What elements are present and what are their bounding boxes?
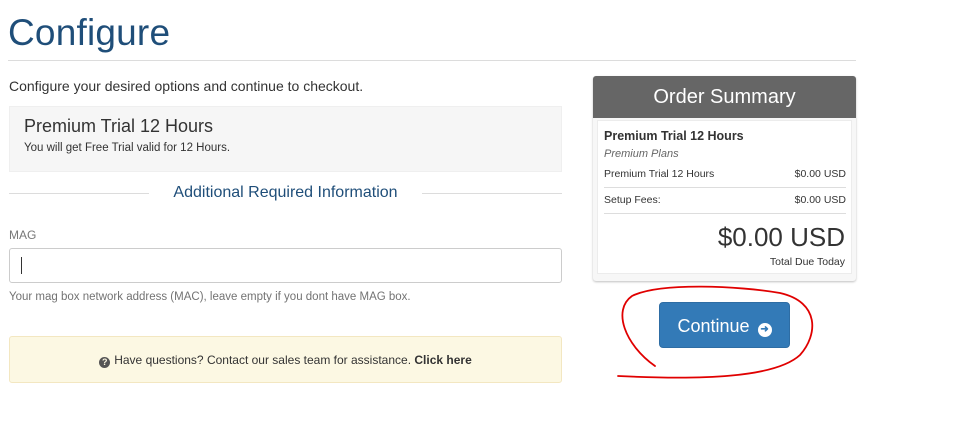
- setup-fees-label: Setup Fees:: [604, 194, 661, 206]
- continue-label: Continue: [677, 316, 750, 336]
- product-info-panel: Premium Trial 12 Hours You will get Free…: [9, 106, 562, 172]
- product-description: You will get Free Trial valid for 12 Hou…: [24, 142, 231, 154]
- continue-button[interactable]: Continue ➜: [659, 302, 790, 348]
- intro-text: Configure your desired options and conti…: [9, 78, 364, 94]
- summary-divider: [604, 187, 846, 188]
- summary-divider: [604, 213, 846, 214]
- heading-rule-right: [422, 193, 562, 194]
- product-name: Premium Trial 12 Hours: [24, 116, 214, 136]
- order-summary-body: Premium Trial 12 Hours Premium Plans Pre…: [597, 120, 852, 274]
- additional-info-heading: Additional Required Information: [9, 182, 562, 206]
- sales-assistance-alert: ? Have questions? Contact our sales team …: [9, 336, 562, 383]
- mag-help-text: Your mag box network address (MAC), leav…: [9, 291, 411, 303]
- mag-input[interactable]: [9, 248, 562, 283]
- arrow-circle-right-icon: ➜: [757, 323, 772, 337]
- setup-fees-price: $0.00 USD: [794, 194, 846, 206]
- summary-product-group: Premium Plans: [604, 148, 679, 160]
- assistance-text: Have questions? Contact our sales team f…: [114, 353, 412, 367]
- question-circle-icon: ?: [99, 357, 111, 368]
- mag-label: MAG: [9, 228, 37, 242]
- total-due-label: Total Due Today: [769, 256, 845, 268]
- page-title: Configure: [8, 12, 171, 53]
- total-amount: $0.00 USD: [717, 222, 845, 252]
- summary-setup-row: Setup Fees: $0.00 USD: [604, 194, 846, 206]
- title-divider: [8, 60, 856, 61]
- order-summary-panel: Order Summary Premium Trial 12 Hours Pre…: [593, 76, 856, 281]
- order-summary-header: Order Summary: [593, 76, 856, 118]
- text-cursor: [21, 257, 22, 274]
- line-item-price: $0.00 USD: [794, 168, 846, 180]
- summary-product-name: Premium Trial 12 Hours: [604, 129, 744, 143]
- summary-line-item: Premium Trial 12 Hours $0.00 USD: [604, 168, 846, 180]
- contact-sales-link[interactable]: Click here: [414, 353, 471, 367]
- line-item-label: Premium Trial 12 Hours: [604, 168, 715, 180]
